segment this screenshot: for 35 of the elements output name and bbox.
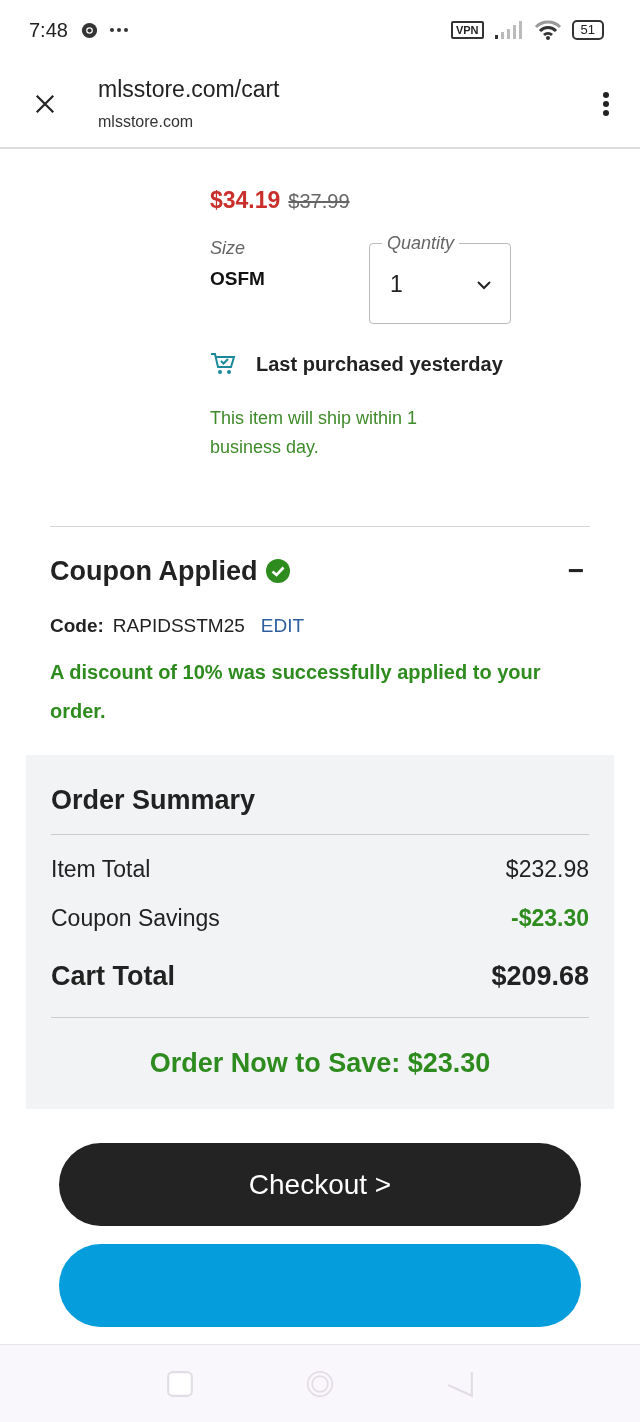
check-circle-icon <box>266 559 291 583</box>
cart-icon <box>210 352 236 376</box>
more-icon <box>108 27 129 33</box>
close-icon[interactable] <box>34 92 56 115</box>
size-value: OSFM <box>210 268 266 290</box>
summary-label: Cart Total <box>51 961 175 992</box>
summary-title: Order Summary <box>51 785 589 835</box>
edit-link[interactable]: EDIT <box>260 615 305 637</box>
savings-message: Order Now to Save: $23.30 <box>148 1048 492 1079</box>
coupon-code: RAPIDSSTM25 <box>112 615 245 637</box>
status-time: 7:48 <box>29 18 68 42</box>
summary-value: $209.68 <box>491 961 589 992</box>
sale-price: $34.19 <box>210 187 281 214</box>
code-label: Code: <box>50 615 104 637</box>
vpn-badge: VPN <box>450 21 484 39</box>
shipping-note: This item will ship within 1 business day. <box>210 407 419 459</box>
summary-value: -$23.30 <box>511 905 589 932</box>
checkout-button[interactable]: Checkout > <box>59 1143 581 1226</box>
browser-icon <box>79 20 99 40</box>
collapse-button[interactable]: − <box>561 555 590 587</box>
signal-icon <box>493 20 524 40</box>
summary-label: Item Total <box>51 856 151 883</box>
chevron-down-icon <box>476 279 492 290</box>
menu-icon[interactable] <box>602 90 610 117</box>
summary-value: $232.98 <box>505 856 589 883</box>
original-price: $37.99 <box>288 190 350 213</box>
wifi-icon <box>533 19 562 41</box>
last-purchased-text: Last purchased yesterday <box>256 352 503 376</box>
summary-label: Coupon Savings <box>51 905 220 932</box>
size-label: Size <box>210 238 246 259</box>
page-domain: mlsstore.com <box>98 113 195 131</box>
battery-indicator: 51 <box>571 20 604 40</box>
page-url: mlsstore.com/cart <box>98 76 281 103</box>
discount-message: A discount of 10% was successfully applied to your order. <box>50 660 542 724</box>
coupon-title: Coupon Applied <box>50 555 258 587</box>
